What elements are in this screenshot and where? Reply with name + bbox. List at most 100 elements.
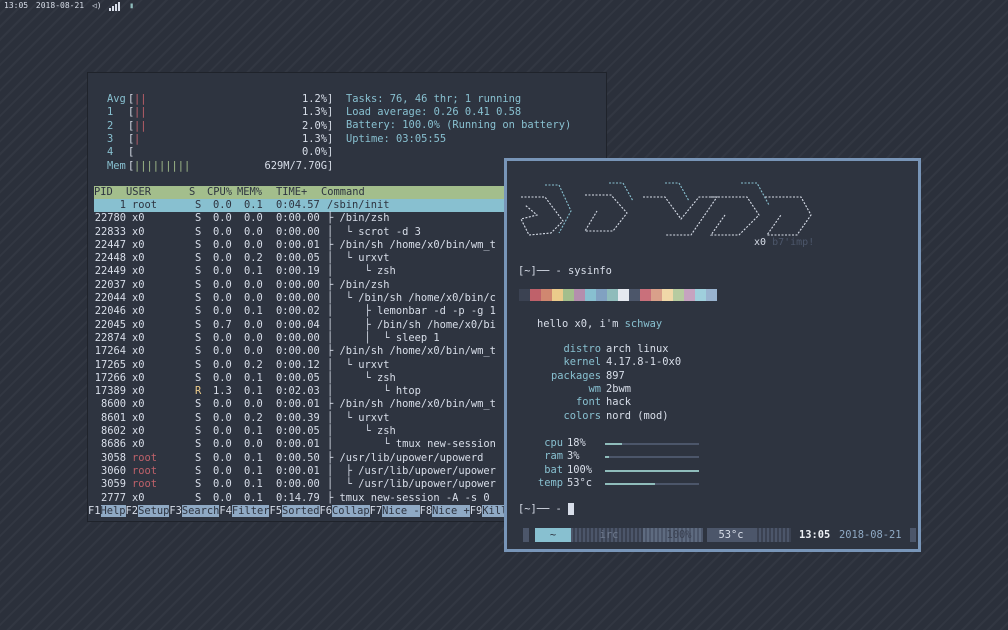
- fkey-f2[interactable]: F2Setup: [126, 504, 170, 518]
- process-pid: 22874: [94, 331, 126, 344]
- process-user: x0: [132, 371, 145, 384]
- process-cpu: 0.7: [213, 318, 232, 331]
- meter-bracket-close: ]: [327, 132, 334, 145]
- meter-value: 2.0%: [301, 119, 327, 132]
- column-header-cpu[interactable]: CPU%: [207, 186, 232, 199]
- fkey-f4[interactable]: F4Filter: [219, 504, 270, 518]
- fkey-f1[interactable]: F1Help: [88, 504, 126, 518]
- info-key-font: font: [575, 396, 601, 409]
- column-header-mem[interactable]: MEM%: [237, 186, 262, 199]
- tasks-stat: Tasks: 76, 46 thr; 1 running: [346, 93, 522, 105]
- process-command-text: /usr/lib/upower/upower: [358, 478, 496, 491]
- process-mem: 0.1: [244, 265, 263, 278]
- fkey-f7[interactable]: F7Nice -: [370, 504, 420, 518]
- process-cpu: 0.0: [213, 212, 232, 225]
- info-key-wm: wm: [588, 382, 601, 395]
- meter-value: 1.3%: [301, 106, 327, 119]
- process-cmd: ├ /usr/lib/upower/upowerd: [327, 452, 483, 465]
- usage-bar-temp: [605, 482, 699, 485]
- logo-tag: b7'imp!: [772, 237, 815, 248]
- process-cpu: 0.0: [213, 451, 232, 464]
- terminal-window[interactable]: x0 b7'imp! [~]── - sysinfo hello x0, i'm…: [504, 158, 921, 552]
- process-command-text: /usr/lib/upower/upower: [358, 464, 496, 477]
- process-command-text: /bin/sh /home/x0/bin/wm_t: [339, 238, 496, 251]
- process-command-text: zsh: [377, 425, 396, 438]
- process-cmd: │ └ tmux new-session: [327, 438, 496, 451]
- process-cmd: │ └ /usr/lib/upower/upower: [327, 478, 496, 491]
- status-date: 2018-08-21: [35, 1, 85, 10]
- process-mem: 0.0: [244, 318, 263, 331]
- top-status-bar: 13:05 2018-08-21 ◁) ▮: [4, 0, 137, 11]
- process-time: 0:00.19: [276, 265, 320, 278]
- process-user: x0: [132, 398, 145, 411]
- process-s: S: [195, 318, 202, 331]
- column-header-command[interactable]: Command: [321, 186, 365, 199]
- meter-value: 629M/7.70G: [264, 159, 327, 172]
- fkey-f6[interactable]: F6Collap: [320, 504, 370, 518]
- process-time: 0:00.01: [276, 398, 320, 411]
- process-command-text: zsh: [377, 371, 396, 384]
- process-cmd: ├ /bin/zsh: [327, 212, 390, 225]
- tmux-window-1[interactable]: ~: [535, 528, 571, 542]
- palette-swatch: [552, 289, 563, 301]
- fkey-f9[interactable]: F9Kill: [470, 504, 508, 518]
- text-cursor: [568, 503, 575, 515]
- process-pid: 22447: [94, 238, 126, 251]
- tmux-window-2[interactable]: irc: [589, 528, 629, 542]
- column-header-user[interactable]: USER: [126, 186, 151, 199]
- process-pid: 17389: [94, 385, 126, 398]
- tmux-dither-3: [755, 528, 791, 542]
- column-header-time[interactable]: TIME+: [276, 186, 307, 199]
- process-s: S: [195, 265, 202, 278]
- fkey-label: Collap: [332, 505, 370, 517]
- process-s: S: [195, 398, 202, 411]
- palette-swatch: [563, 289, 574, 301]
- process-cpu: 1.3: [213, 385, 232, 398]
- palette-swatch: [695, 289, 706, 301]
- process-command-text: sleep 1: [395, 331, 440, 344]
- process-cpu: 0.0: [213, 425, 232, 438]
- process-user: x0: [132, 425, 145, 438]
- process-command-text: scrot -d 3: [358, 225, 421, 238]
- process-mem: 0.1: [244, 451, 263, 464]
- meter-bracket-close: ]: [327, 146, 334, 159]
- process-tree-branch: ├: [327, 451, 340, 464]
- fkey-f8[interactable]: F8Nice +: [420, 504, 470, 518]
- logo-signature-name: x0: [754, 237, 767, 248]
- process-cmd: │ ├ /usr/lib/upower/upower: [327, 465, 496, 478]
- process-tree-branch: │ ├: [327, 464, 359, 477]
- column-header-pid[interactable]: PID: [94, 186, 113, 199]
- fkey-f3[interactable]: F3Search: [169, 504, 220, 518]
- process-cmd: │ │ └ sleep 1: [327, 332, 440, 345]
- fkey-label: Nice +: [432, 505, 470, 517]
- column-header-s[interactable]: S: [189, 186, 195, 199]
- process-s: S: [195, 238, 202, 251]
- process-s: S: [195, 358, 202, 371]
- meter-bracket-close: ]: [327, 106, 334, 119]
- process-time: 0:00.00: [276, 292, 320, 305]
- process-cmd: │ └ zsh: [327, 425, 396, 438]
- process-time: 0:00.04: [276, 318, 320, 331]
- info-value-distro: arch linux: [606, 343, 669, 355]
- process-pid: 17265: [94, 358, 126, 371]
- meter-bracket-close: ]: [327, 159, 334, 172]
- process-cmd: ├ /bin/sh /home/x0/bin/wm_t: [327, 239, 496, 252]
- usage-bar-bat: [605, 469, 699, 472]
- process-cmd: ├ /bin/zsh: [327, 279, 390, 292]
- process-cmd: │ └ zsh: [327, 372, 396, 385]
- prompt-line[interactable]: [~]── -: [518, 503, 575, 515]
- fkey-f5[interactable]: F5Sorted: [269, 504, 320, 518]
- process-cpu: 0.0: [213, 345, 232, 358]
- process-time: 0:00.01: [276, 238, 320, 251]
- fkey-label: Setup: [138, 505, 170, 517]
- process-user: x0: [132, 278, 145, 291]
- process-time: 0:00.00: [276, 345, 320, 358]
- process-time: 0:02.03: [276, 385, 320, 398]
- meter-value: 1.2%: [301, 93, 327, 105]
- usage-bar-fill: [605, 443, 622, 445]
- process-mem: 0.1: [244, 305, 263, 318]
- process-s: S: [195, 425, 202, 438]
- process-time: 0:14.79: [276, 491, 320, 504]
- process-s: S: [195, 199, 202, 211]
- process-mem: 0.0: [244, 438, 263, 451]
